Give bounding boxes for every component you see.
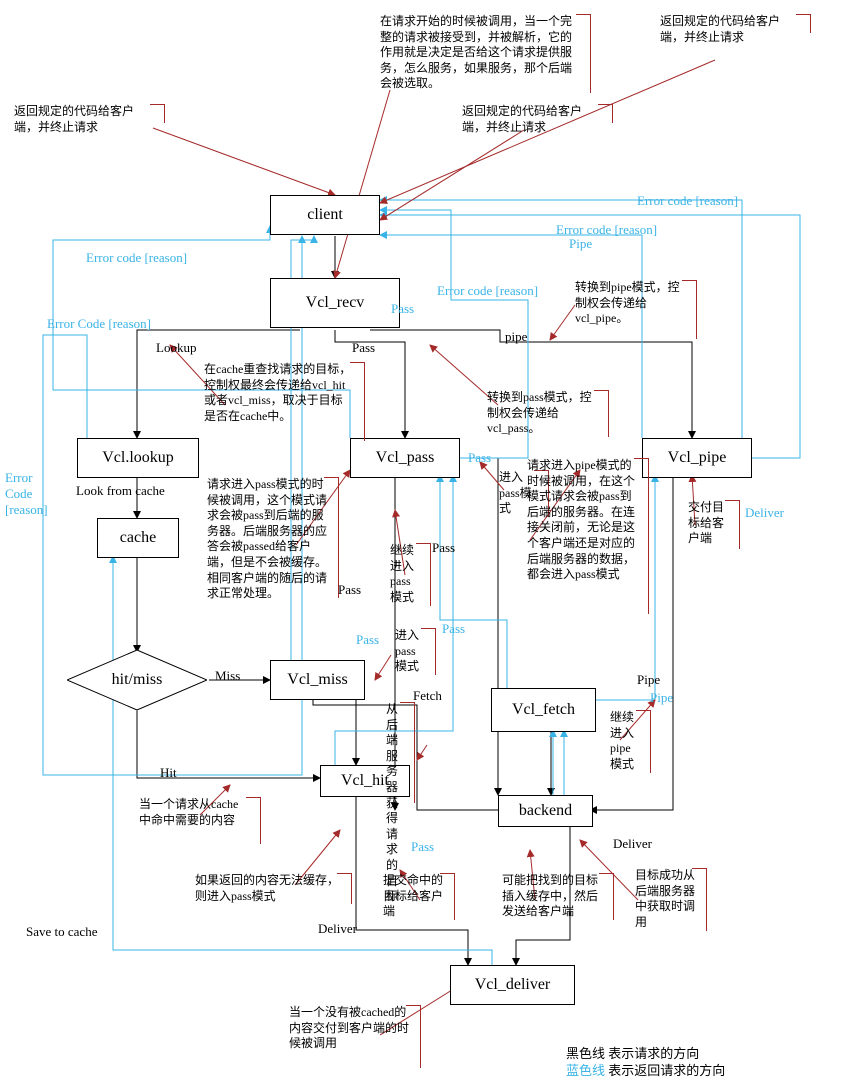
note-pipe-mode: 转换到pipe模式，控制权会传递给vcl_pipe。: [575, 280, 685, 327]
note-insert-cache: 可能把找到的目标插入缓存中，然后发送给客户端: [502, 873, 602, 920]
label-lookup: Lookup: [156, 340, 196, 356]
note-enter-pass2: 进入pass模式: [395, 628, 423, 675]
label-error5: Error Code [reason]: [47, 316, 151, 332]
label-pass7: Pass: [411, 839, 434, 855]
node-vcl-pipe: Vcl_pipe: [642, 438, 752, 478]
label-pass: Pass: [352, 340, 375, 356]
node-vcl-recv: Vcl_recv: [270, 278, 400, 328]
node-vcl-deliver: Vcl_deliver: [450, 965, 575, 1005]
node-cache: cache: [97, 518, 179, 558]
label-error6: Error Code [reason]: [5, 470, 53, 518]
note-recv-desc: 在请求开始的时候被调用，当一个完整的请求被接受到，并被解析，它的作用就是决定是否…: [380, 14, 580, 92]
note-continue-pass: 继续进入pass模式: [390, 543, 418, 605]
note-pass-desc: 请求进入pass模式的时候被调用，这个模式请求会被pass到后端的服务器。后端服…: [207, 477, 327, 602]
label-hit: Hit: [160, 765, 177, 781]
label-pass3: Pass: [356, 632, 379, 648]
node-client: client: [270, 195, 380, 235]
note-deliver-desc: 当一个没有被cached的内容交付到客户端的时候被调用: [289, 1005, 409, 1052]
label-pass-blue: Pass: [391, 301, 414, 317]
label-pipe4: Pipe: [650, 690, 673, 706]
label-pipe2: Pipe: [569, 236, 592, 252]
note-no-cache-pass: 如果返回的内容无法缓存，则进入pass模式: [195, 873, 340, 904]
node-hit-miss: hit/miss: [67, 650, 207, 710]
legend-blue-rest: 表示返回请求的方向: [605, 1063, 725, 1078]
node-backend: backend: [498, 795, 593, 827]
label-pass2: Pass: [338, 582, 361, 598]
label-error4: Error code [reason]: [637, 193, 738, 209]
note-continue-pipe: 继续进入pipe模式: [610, 710, 638, 772]
hit-miss-label: hit/miss: [112, 671, 163, 689]
node-vcl-lookup: Vcl.lookup: [77, 438, 199, 478]
legend-blue: 蓝色线 表示返回请求的方向: [566, 1060, 725, 1079]
label-pass5: Pass: [468, 450, 491, 466]
label-pass6: Pass: [442, 621, 465, 637]
label-deliver-blue: Deliver: [745, 505, 784, 521]
label-look-from-cache: Look from cache: [76, 483, 165, 499]
node-vcl-fetch: Vcl_fetch: [491, 688, 596, 732]
note-return-mid: 返回规定的代码给客户端，并终止请求: [462, 104, 602, 135]
label-pass4: Pass: [432, 540, 455, 556]
note-lookup-desc: 在cache重查找请求的目标，控制权最终会传递给vcl_hit或者vcl_mis…: [204, 362, 354, 424]
label-error2: Error code [reason]: [437, 283, 538, 299]
node-vcl-pass: Vcl_pass: [350, 438, 460, 478]
note-submit-hit: 提交命中的目标给客户端: [383, 873, 443, 920]
note-return-top-right: 返回规定的代码给客户端，并终止请求: [660, 14, 800, 45]
label-pipe3: Pipe: [637, 672, 660, 688]
legend-blue-prefix: 蓝色线: [566, 1063, 605, 1078]
note-hit-desc: 当一个请求从cache中命中需要的内容: [139, 797, 249, 828]
label-miss: Miss: [215, 668, 240, 684]
label-fetch: Fetch: [413, 688, 442, 704]
label-error1: Error code [reason]: [86, 250, 187, 266]
label-deliver: Deliver: [613, 836, 652, 852]
label-deliver2: Deliver: [318, 921, 357, 937]
note-deliver-target: 交付目标给客户端: [688, 500, 728, 547]
node-vcl-miss: Vcl_miss: [270, 660, 365, 700]
note-return-left: 返回规定的代码给客户端，并终止请求: [14, 104, 154, 135]
note-fetch-deliver: 目标成功从后端服务器中获取时调用: [635, 868, 695, 930]
note-pipe-desc: 请求进入pipe模式的时候被调用，在这个模式请求会被pass到后端的服务器。在连…: [527, 458, 637, 583]
label-save-to-cache: Save to cache: [26, 924, 97, 940]
label-pipe: pipe: [505, 329, 527, 345]
note-pass-mode: 转换到pass模式，控制权会传递给vcl_pass。: [487, 390, 597, 437]
